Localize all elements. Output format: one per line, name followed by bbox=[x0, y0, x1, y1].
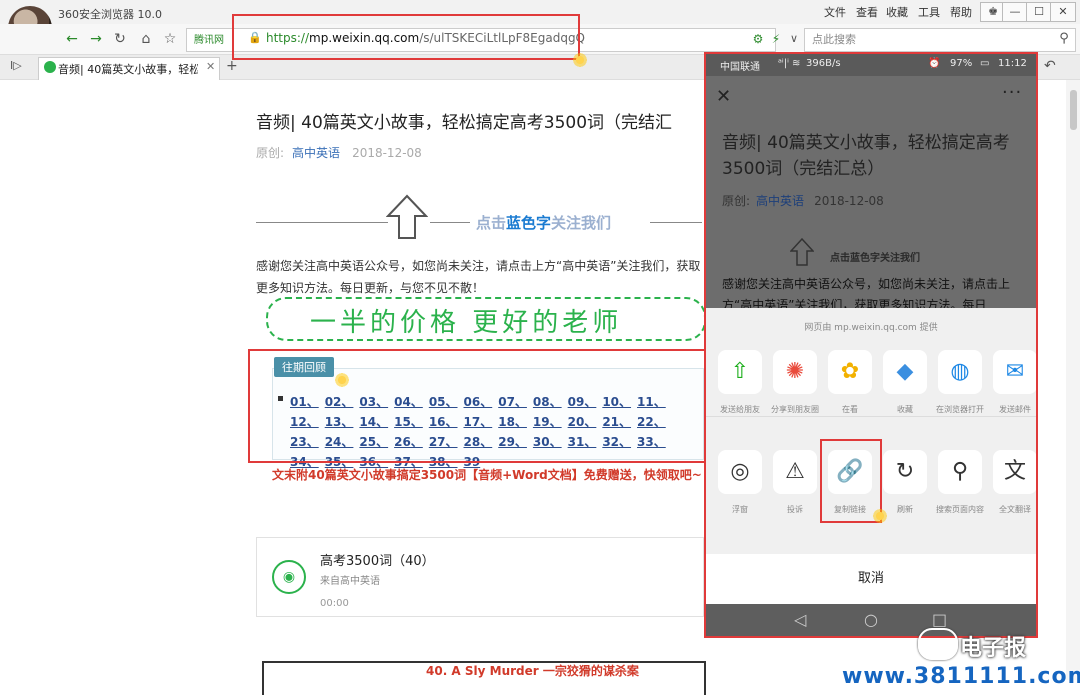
complaint-icon[interactable]: ⚠ bbox=[773, 450, 817, 494]
follow-banner[interactable]: 点击蓝色字关注我们 bbox=[476, 212, 611, 233]
search-page-icon[interactable]: ⚲ bbox=[938, 450, 982, 494]
share-option-label: 在浏览器打开 bbox=[936, 405, 984, 414]
phone-article-title: 音频| 40篇英文小故事，轻松搞定高考3500词（完结汇总） bbox=[722, 133, 1010, 179]
close-icon[interactable]: ✕ bbox=[716, 86, 731, 107]
share-option-label: 收藏 bbox=[897, 405, 913, 414]
wechat-logo-icon bbox=[918, 628, 958, 660]
click-burst bbox=[334, 372, 350, 388]
share-friend-icon[interactable]: ⇧ bbox=[718, 350, 762, 394]
speed-mode-icon[interactable]: ⚙ bbox=[748, 29, 768, 49]
click-burst bbox=[572, 52, 588, 68]
nav-recent-icon[interactable]: □ bbox=[932, 610, 947, 629]
mail-icon[interactable]: ✉ bbox=[993, 350, 1036, 394]
menu-view[interactable]: 查看 bbox=[856, 4, 878, 20]
menu-tools[interactable]: 工具 bbox=[918, 4, 940, 20]
nav-back-icon[interactable]: ◁ bbox=[794, 610, 806, 629]
nav-home-icon[interactable]: ○ bbox=[864, 610, 878, 629]
app-title: 360安全浏览器 10.0 bbox=[58, 8, 162, 21]
undo-close-icon[interactable]: ↶ bbox=[1044, 58, 1056, 74]
share-option-label: 在看 bbox=[842, 405, 858, 414]
story-title: 40. A Sly Murder 一宗狡猾的谋杀案 bbox=[426, 664, 639, 678]
gift-notice: 文末附40篇英文小故事搞定3500词【音频+Word文档】免费赠送，快领取吧~ bbox=[272, 468, 702, 482]
divider-left bbox=[256, 222, 388, 223]
article-source-link[interactable]: 高中英语 bbox=[292, 146, 340, 160]
audio-time: 00:00 bbox=[320, 598, 349, 609]
back-button[interactable]: ← bbox=[62, 29, 82, 49]
favorite-icon[interactable]: ◆ bbox=[883, 350, 927, 394]
chevron-down-icon[interactable]: ∨ bbox=[784, 29, 804, 49]
share-option-label: 搜索页面内容 bbox=[936, 505, 984, 514]
share-option-label: 全文翻译 bbox=[999, 505, 1031, 514]
url-source-badge: 腾讯网 bbox=[194, 35, 224, 46]
arrow-up-icon bbox=[386, 194, 428, 239]
menu-help[interactable]: 帮助 bbox=[950, 4, 972, 20]
browser-icon[interactable]: ◍ bbox=[938, 350, 982, 394]
carrier-text: 中国联通 bbox=[720, 62, 760, 73]
net-speed: 396B/s bbox=[806, 58, 841, 69]
highlight-episodes bbox=[248, 349, 706, 463]
phone-follow-banner[interactable]: 点击蓝色字关注我们 bbox=[830, 249, 920, 264]
battery-level: 97% bbox=[950, 58, 973, 69]
divider-mid bbox=[430, 222, 470, 223]
home-icon[interactable]: ⌂ bbox=[136, 29, 156, 49]
moments-icon[interactable]: ✺ bbox=[773, 350, 817, 394]
audio-play-icon[interactable]: ◉ bbox=[272, 560, 306, 594]
slogan-text: 一半的价格 更好的老师 bbox=[310, 308, 623, 338]
star-icon[interactable]: ☆ bbox=[160, 29, 180, 49]
sidebar-toggle-icon[interactable]: I▷ bbox=[10, 59, 22, 72]
more-icon[interactable]: ··· bbox=[1002, 82, 1022, 103]
menu-file[interactable]: 文件 bbox=[824, 4, 846, 20]
maximize-button[interactable]: ☐ bbox=[1026, 2, 1052, 22]
audio-source: 来自高中英语 bbox=[320, 576, 380, 587]
phone-time: 11:12 bbox=[998, 58, 1027, 69]
translate-icon[interactable]: 文 bbox=[993, 450, 1036, 494]
lightning-icon[interactable]: ⚡ bbox=[766, 29, 786, 49]
wechat-icon bbox=[44, 61, 56, 73]
watermark-title: 电子报 bbox=[960, 636, 1027, 661]
sheet-divider bbox=[706, 416, 1036, 417]
audio-title: 高考3500词（40） bbox=[320, 554, 435, 569]
refresh-icon[interactable]: ↻ bbox=[883, 450, 927, 494]
phone-status-bar: 中国联通 ᵃⁱ|ⁱ ≋ 396B/s ⏰ 97% ▭ 11:12 bbox=[706, 54, 1036, 76]
share-option-label: 浮窗 bbox=[732, 505, 748, 514]
search-icon[interactable]: ⚲ bbox=[1054, 29, 1074, 49]
tab-close-icon[interactable]: ✕ bbox=[206, 60, 215, 73]
share-option-label: 发送给朋友 bbox=[720, 405, 760, 414]
cancel-button[interactable]: 取消 bbox=[706, 554, 1036, 604]
battery-icon: ▭ bbox=[980, 58, 990, 69]
click-burst bbox=[872, 508, 888, 524]
intro-paragraph: 感谢您关注高中英语公众号，如您尚未关注，请点击上方“高中英语”关注我们，获取更多… bbox=[256, 259, 701, 295]
share-option-label: 分享到朋友圈 bbox=[771, 405, 819, 414]
share-option-label: 投诉 bbox=[787, 505, 803, 514]
sheet-source: 网页由 mp.weixin.qq.com 提供 bbox=[804, 323, 938, 333]
vertical-scrollbar[interactable] bbox=[1066, 80, 1080, 680]
watermark-url: www.3811111.com bbox=[842, 664, 1080, 689]
close-window-button[interactable]: ✕ bbox=[1050, 2, 1076, 22]
wow-icon[interactable]: ✿ bbox=[828, 350, 872, 394]
divider-right bbox=[650, 222, 702, 223]
arrow-up-icon bbox=[790, 238, 814, 266]
menu-favorites[interactable]: 收藏 bbox=[886, 4, 908, 20]
new-tab-button[interactable]: + bbox=[226, 58, 238, 74]
highlight-url bbox=[232, 14, 580, 60]
forward-button[interactable]: → bbox=[86, 29, 106, 49]
float-window-icon[interactable]: ◎ bbox=[718, 450, 762, 494]
article-title: 音频| 40篇英文小故事，轻松搞定高考3500词（完结汇 bbox=[256, 113, 673, 133]
article-meta: 原创: 高中英语 2018-12-08 bbox=[256, 146, 422, 160]
alarm-icon: ⏰ bbox=[928, 58, 941, 69]
minimize-button[interactable]: — bbox=[1002, 2, 1028, 22]
scrollbar-thumb[interactable] bbox=[1070, 90, 1077, 130]
tab-label: 音频| 40篇英文小故事，轻松搞定 bbox=[58, 63, 198, 76]
signal-icon: ᵃⁱ|ⁱ ≋ bbox=[778, 58, 801, 69]
phone-screen: 中国联通 ᵃⁱ|ⁱ ≋ 396B/s ⏰ 97% ▭ 11:12 ✕ ··· 音… bbox=[704, 52, 1038, 638]
reload-icon[interactable]: ↻ bbox=[110, 29, 130, 49]
search-placeholder: 点此搜索 bbox=[812, 33, 856, 46]
phone-article-meta: 原创: 高中英语 2018-12-08 bbox=[722, 194, 884, 208]
share-option-label: 发送邮件 bbox=[999, 405, 1031, 414]
